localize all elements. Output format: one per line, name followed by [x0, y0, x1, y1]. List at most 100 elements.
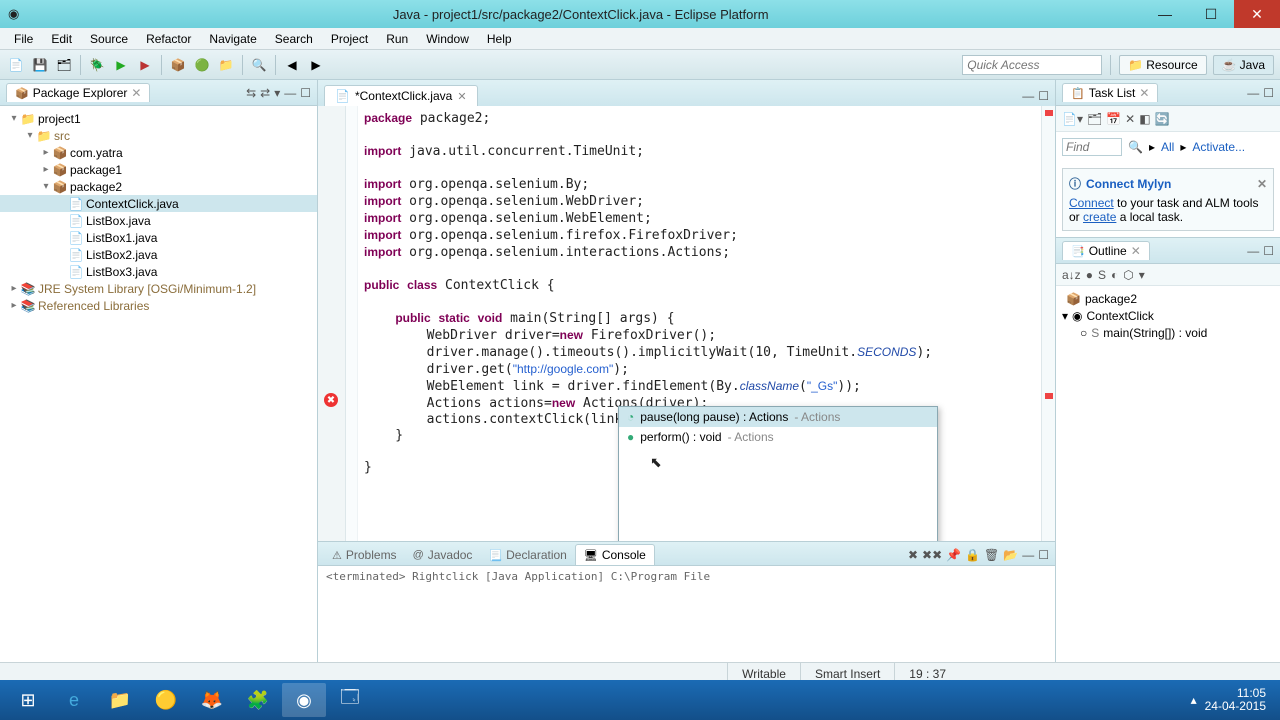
content-assist-item[interactable]: ◔pause(long pause) : Actions - Actions — [619, 407, 937, 427]
minimize-view-icon[interactable]: — — [284, 86, 296, 100]
nav-fwd-icon[interactable]: ▶ — [306, 55, 326, 75]
tree-item[interactable]: 📄ListBox2.java — [0, 246, 317, 263]
saveall-icon[interactable]: 🗂 — [54, 55, 74, 75]
ie-icon[interactable]: e — [52, 683, 96, 717]
mylyn-connect-link[interactable]: Connect — [1069, 196, 1114, 210]
link-editor-icon[interactable]: ⇄ — [260, 86, 270, 100]
menu-file[interactable]: File — [6, 30, 41, 48]
package-explorer-tab[interactable]: 📦 Package Explorer ✕ — [6, 83, 150, 102]
menu-search[interactable]: Search — [267, 30, 321, 48]
outline-item[interactable]: ○Smain(String[]) : void — [1062, 324, 1274, 341]
console-removeall-icon[interactable]: ✖✖ — [922, 548, 942, 562]
console-pin-icon[interactable]: 📌 — [946, 548, 961, 562]
maximize-button[interactable]: ☐ — [1188, 0, 1234, 28]
mylyn-create-link[interactable]: create — [1083, 210, 1116, 224]
new-icon[interactable]: 📄 — [6, 55, 26, 75]
outline-focus-icon[interactable]: ▾ — [1139, 268, 1145, 282]
tab-problems[interactable]: ⚠ Problems — [324, 545, 405, 565]
tree-item[interactable]: ▸📦package1 — [0, 161, 317, 178]
task-all-link[interactable]: All — [1161, 140, 1174, 154]
btabs-max-icon[interactable]: ☐ — [1038, 548, 1049, 562]
close-icon[interactable]: ✕ — [457, 90, 466, 103]
quick-access-input[interactable] — [962, 55, 1102, 75]
tab-javadoc[interactable]: @ Javadoc — [405, 545, 481, 565]
tree-item[interactable]: ▸📚Referenced Libraries — [0, 297, 317, 314]
error-marker-icon[interactable]: ✖ — [324, 393, 338, 407]
menu-run[interactable]: Run — [378, 30, 416, 48]
editor-tab-contextclick[interactable]: 📄*ContextClick.java✕ — [324, 85, 478, 106]
perspective-resource[interactable]: 📁 Resource — [1119, 55, 1206, 75]
tree-item[interactable]: ▾📁project1 — [0, 110, 317, 127]
eclipse-taskbar-icon[interactable]: ◉ — [282, 683, 326, 717]
runext-icon[interactable]: ▶ — [135, 55, 155, 75]
package-tree[interactable]: ▾📁project1▾📁src▸📦com.yatra▸📦package1▾📦pa… — [0, 106, 317, 662]
menu-refactor[interactable]: Refactor — [138, 30, 199, 48]
editor-min-icon[interactable]: — — [1022, 89, 1034, 103]
start-button[interactable]: ⊞ — [6, 683, 50, 717]
tasklist-tab[interactable]: 📋 Task List ✕ — [1062, 83, 1158, 102]
console-clear-icon[interactable]: 🗑 — [984, 548, 999, 562]
tree-item[interactable]: ▸📚JRE System Library [OSGi/Minimum-1.2] — [0, 280, 317, 297]
task-cat-icon[interactable]: 🗂 — [1087, 112, 1102, 126]
task-find-input[interactable] — [1062, 138, 1122, 156]
search-icon[interactable]: 🔍 — [249, 55, 269, 75]
outline-local-icon[interactable]: ⬡ — [1123, 268, 1133, 282]
menu-navigate[interactable]: Navigate — [201, 30, 264, 48]
btabs-min-icon[interactable]: — — [1022, 548, 1034, 562]
minimize-button[interactable]: — — [1142, 0, 1188, 28]
maximize-view-icon[interactable]: ☐ — [300, 86, 311, 100]
tasklist-max-icon[interactable]: ☐ — [1263, 86, 1274, 100]
console-scrolllock-icon[interactable]: 🔒 — [965, 548, 980, 562]
outline-item[interactable]: 📦package2 — [1062, 290, 1274, 307]
menu-window[interactable]: Window — [418, 30, 477, 48]
task-focus-icon[interactable]: ✕ — [1125, 112, 1135, 126]
task-hide-icon[interactable]: ◧ — [1139, 112, 1150, 126]
tasklist-min-icon[interactable]: — — [1247, 86, 1259, 100]
mylyn-close-icon[interactable]: ✕ — [1257, 177, 1267, 191]
collapse-all-icon[interactable]: ⇆ — [246, 86, 256, 100]
menu-source[interactable]: Source — [82, 30, 136, 48]
tree-item[interactable]: 📄ContextClick.java — [0, 195, 317, 212]
chrome-icon[interactable]: 🟡 — [144, 683, 188, 717]
tree-item[interactable]: ▾📁src — [0, 127, 317, 144]
tree-item[interactable]: ▾📦package2 — [0, 178, 317, 195]
save-icon[interactable]: 💾 — [30, 55, 50, 75]
close-button[interactable]: ✕ — [1234, 0, 1280, 28]
firefox-icon[interactable]: 🦊 — [190, 683, 234, 717]
app-icon[interactable]: 🧩 — [236, 683, 280, 717]
outline-fields-icon[interactable]: ● — [1086, 268, 1093, 282]
perspective-java[interactable]: ☕ Java — [1213, 55, 1274, 75]
console-remove-icon[interactable]: ✖ — [908, 548, 918, 562]
outline-min-icon[interactable]: — — [1247, 244, 1259, 258]
run-icon[interactable]: ▶ — [111, 55, 131, 75]
tree-item[interactable]: 📄ListBox3.java — [0, 263, 317, 280]
outline-tab[interactable]: 📑 Outline ✕ — [1062, 241, 1150, 260]
outline-max-icon[interactable]: ☐ — [1263, 244, 1274, 258]
task-activate-link[interactable]: Activate... — [1192, 140, 1245, 154]
outline-tree[interactable]: 📦package2▾◉ContextClick○Smain(String[]) … — [1056, 286, 1280, 345]
nav-back-icon[interactable]: ◀ — [282, 55, 302, 75]
tab-console[interactable]: 🖥 Console — [575, 544, 655, 565]
task-sched-icon[interactable]: 📅 — [1106, 112, 1121, 126]
editor-max-icon[interactable]: ☐ — [1038, 89, 1049, 103]
outline-item[interactable]: ▾◉ContextClick — [1062, 307, 1274, 324]
search-icon[interactable]: 🔍 — [1128, 140, 1143, 154]
tree-item[interactable]: 📄ListBox1.java — [0, 229, 317, 246]
console-open-icon[interactable]: 📂 — [1003, 548, 1018, 562]
view-menu-icon[interactable]: ▾ — [274, 86, 280, 100]
menu-help[interactable]: Help — [479, 30, 520, 48]
debug-icon[interactable]: 🪲 — [87, 55, 107, 75]
newpkg-icon[interactable]: 📦 — [168, 55, 188, 75]
menu-project[interactable]: Project — [323, 30, 376, 48]
outline-sort-icon[interactable]: a↓z — [1062, 268, 1081, 282]
outline-public-icon[interactable]: ◐ — [1111, 268, 1118, 282]
newclass-icon[interactable]: 🟢 — [192, 55, 212, 75]
tree-item[interactable]: 📄ListBox.java — [0, 212, 317, 229]
window-icon[interactable]: 🗔 — [328, 683, 372, 717]
tab-declaration[interactable]: 📃 Declaration — [480, 545, 574, 565]
content-assist-item[interactable]: ●perform() : void - Actions — [619, 427, 937, 447]
task-sync-icon[interactable]: 🔄 — [1155, 112, 1170, 126]
task-new-icon[interactable]: 📄▾ — [1062, 112, 1083, 126]
tree-item[interactable]: ▸📦com.yatra — [0, 144, 317, 161]
tray-up-icon[interactable]: ▴ — [1191, 693, 1197, 707]
